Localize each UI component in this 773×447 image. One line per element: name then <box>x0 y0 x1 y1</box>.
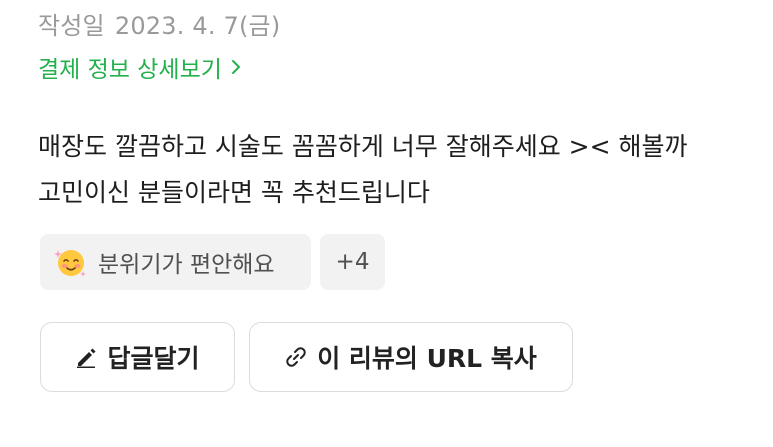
review-actions: 답글달기 이 리뷰의 URL 복사 <box>40 322 573 392</box>
review-date-row: 작성일 2023. 4. 7(금) <box>38 6 280 41</box>
keyword-tags: 분위기가 편안해요 +4 <box>40 234 385 290</box>
reply-label: 답글달기 <box>107 344 200 373</box>
review-card: 작성일 2023. 4. 7(금) 결제 정보 상세보기 매장도 깔끔하고 시술도… <box>0 0 773 447</box>
review-body: 매장도 깔끔하고 시술도 꼼꼼하게 너무 잘해주세요 >< 해볼까 고민이신 분… <box>38 124 738 216</box>
chevron-right-icon <box>231 60 240 74</box>
date-label: 작성일 <box>38 12 105 40</box>
review-body-line: 고민이신 분들이라면 꼭 추천드립니다 <box>38 178 430 207</box>
payment-details-label: 결제 정보 상세보기 <box>38 57 222 83</box>
copy-url-label: 이 리뷰의 URL 복사 <box>317 344 537 373</box>
review-body-line: 매장도 깔끔하고 시술도 꼼꼼하게 너무 잘해주세요 >< 해볼까 <box>38 132 688 161</box>
copy-review-url-button[interactable]: 이 리뷰의 URL 복사 <box>249 322 573 392</box>
smiling-face-icon <box>54 250 86 277</box>
reply-button[interactable]: 답글달기 <box>40 322 235 392</box>
tag-label: 분위기가 편안해요 <box>98 252 275 278</box>
date-value: 2023. 4. 7(금) <box>114 12 281 40</box>
more-tags-button[interactable]: +4 <box>320 234 385 290</box>
pencil-icon <box>77 348 96 368</box>
tag-mood-comfortable: 분위기가 편안해요 <box>40 234 311 290</box>
link-icon <box>286 347 306 367</box>
payment-details-link[interactable]: 결제 정보 상세보기 <box>38 50 244 84</box>
more-tags-count: +4 <box>335 249 370 275</box>
